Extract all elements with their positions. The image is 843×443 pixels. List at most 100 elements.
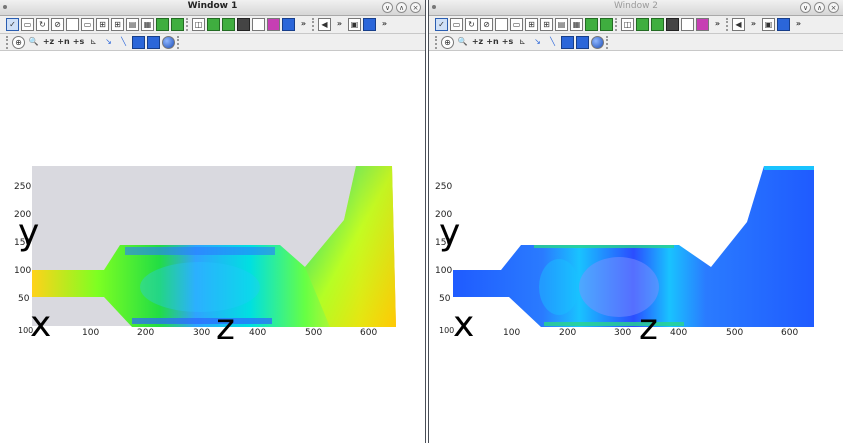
minimize-button[interactable]: ∨	[800, 2, 811, 13]
magenta-box-icon[interactable]	[267, 18, 280, 31]
chart-icon[interactable]: ⊾	[516, 36, 529, 49]
window-icon[interactable]: ▭	[450, 18, 463, 31]
light-box-icon[interactable]	[681, 18, 694, 31]
minimize-button[interactable]: ∨	[382, 2, 393, 13]
x-tick: 300	[193, 328, 210, 338]
slider-icon[interactable]	[606, 35, 610, 49]
line-icon[interactable]: ╲	[117, 36, 130, 49]
chart-icon[interactable]: ⊾	[87, 36, 100, 49]
green-cube-icon[interactable]	[636, 18, 649, 31]
rect-icon[interactable]: ▭	[510, 18, 523, 31]
green-arrow-icon[interactable]	[156, 18, 169, 31]
step-back-icon[interactable]: ◀	[732, 18, 745, 31]
rect-icon[interactable]: ▭	[81, 18, 94, 31]
grid-3x3-icon[interactable]: ▦	[141, 18, 154, 31]
window-2: Window 2 ∨ ∧ × ✓ ▭ ↻ ⊘ ▭ ⊞ ⊞ ▤ ▦ ◫ » ◀ »…	[428, 0, 843, 443]
zoom-icon[interactable]: 🔍	[456, 36, 469, 49]
axis-z-icon[interactable]: +z	[42, 36, 55, 49]
grid-3x3-icon[interactable]: ▦	[570, 18, 583, 31]
sphere-icon[interactable]	[162, 35, 175, 49]
cube-icon[interactable]: ◫	[621, 18, 634, 31]
stop-icon[interactable]: ⊘	[480, 18, 493, 31]
z-axis-label: z	[216, 307, 235, 348]
green-box-icon[interactable]	[651, 18, 664, 31]
toolbar-primary: ✓ ▭ ↻ ⊘ ▭ ⊞ ⊞ ▤ ▦ ◫ » ◀ » ▣ »	[429, 16, 843, 34]
x-tick: 300	[614, 328, 631, 338]
dark-box-icon[interactable]	[237, 18, 250, 31]
axis-s-icon[interactable]: +s	[72, 36, 85, 49]
person-icon[interactable]	[363, 18, 376, 31]
plot-view-1[interactable]: 250 200 150 100 50 100 100 200 300 400 5…	[0, 52, 426, 352]
green-box-icon[interactable]	[222, 18, 235, 31]
close-button[interactable]: ×	[828, 2, 839, 13]
flow-band	[125, 247, 275, 255]
axis-s-icon[interactable]: +s	[501, 36, 514, 49]
green-cube-icon[interactable]	[207, 18, 220, 31]
magenta-box-icon[interactable]	[696, 18, 709, 31]
line-icon[interactable]: ╲	[546, 36, 559, 49]
square-icon[interactable]	[66, 18, 79, 31]
close-button[interactable]: ×	[410, 2, 421, 13]
dark-box-icon[interactable]	[666, 18, 679, 31]
grid-2x2-icon[interactable]: ⊞	[96, 18, 109, 31]
axis-n-icon[interactable]: +n	[486, 36, 499, 49]
blue-box-icon[interactable]	[282, 18, 295, 31]
x-tick: 400	[670, 328, 687, 338]
sphere-icon[interactable]	[591, 35, 604, 49]
toolbar-more-icon[interactable]: »	[711, 18, 724, 31]
maximize-button[interactable]: ∧	[814, 2, 825, 13]
toolbar-more-icon[interactable]: »	[333, 18, 346, 31]
step-back-icon[interactable]: ◀	[318, 18, 331, 31]
x-tick: 100	[503, 328, 520, 338]
toolbar-more-icon[interactable]: »	[792, 18, 805, 31]
window-1: Window 1 ∨ ∧ × ✓ ▭ ↻ ⊘ ▭ ⊞ ⊞ ▤ ▦ ◫ » ◀ »…	[0, 0, 426, 443]
grid-3x2-icon[interactable]: ⊞	[540, 18, 553, 31]
toolbar-separator	[615, 18, 619, 31]
toolbar-more-icon[interactable]: »	[378, 18, 391, 31]
grid-3x2-icon[interactable]: ⊞	[111, 18, 124, 31]
zoom-icon[interactable]: 🔍	[27, 36, 40, 49]
toolbar-more-icon[interactable]: »	[297, 18, 310, 31]
plot-view-2[interactable]: 250 200 150 100 50 100 100 200 300 400 5…	[429, 52, 843, 352]
image-icon[interactable]: ▣	[348, 18, 361, 31]
toolbar-separator	[312, 18, 316, 31]
target-icon[interactable]: ⊕	[12, 35, 25, 49]
window-icon[interactable]: ▭	[21, 18, 34, 31]
box-blue-icon[interactable]	[147, 35, 160, 49]
axis-n-icon[interactable]: +n	[57, 36, 70, 49]
toolbar-more-icon[interactable]: »	[747, 18, 760, 31]
cube-blue-icon[interactable]	[132, 35, 145, 49]
checkbox-icon[interactable]: ✓	[6, 18, 19, 31]
person-icon[interactable]	[777, 18, 790, 31]
cube-blue-icon[interactable]	[561, 35, 574, 49]
grid-2x1-icon[interactable]: ▤	[126, 18, 139, 31]
image-icon[interactable]: ▣	[762, 18, 775, 31]
green-arrow-icon[interactable]	[585, 18, 598, 31]
title-bar[interactable]: Window 1 ∨ ∧ ×	[0, 0, 425, 16]
refresh-icon[interactable]: ↻	[36, 18, 49, 31]
chimney-top	[764, 166, 814, 170]
mesh-icon[interactable]	[171, 18, 184, 31]
stop-icon[interactable]: ⊘	[51, 18, 64, 31]
refresh-icon[interactable]: ↻	[465, 18, 478, 31]
maximize-button[interactable]: ∧	[396, 2, 407, 13]
y-tick: 250	[435, 182, 452, 192]
slider-icon[interactable]	[177, 35, 181, 49]
window-title: Window 1	[187, 1, 238, 11]
title-bar[interactable]: Window 2 ∨ ∧ ×	[429, 0, 843, 16]
checkbox-icon[interactable]: ✓	[435, 18, 448, 31]
pointer-icon[interactable]: ↘	[102, 36, 115, 49]
target-icon[interactable]: ⊕	[441, 35, 454, 49]
x-tick: 500	[305, 328, 322, 338]
grid-2x1-icon[interactable]: ▤	[555, 18, 568, 31]
square-icon[interactable]	[495, 18, 508, 31]
grid-2x2-icon[interactable]: ⊞	[525, 18, 538, 31]
x-tick: 600	[781, 328, 798, 338]
cube-icon[interactable]: ◫	[192, 18, 205, 31]
mesh-icon[interactable]	[600, 18, 613, 31]
box-blue-icon[interactable]	[576, 35, 589, 49]
pointer-icon[interactable]: ↘	[531, 36, 544, 49]
window-title: Window 2	[613, 1, 659, 11]
light-box-icon[interactable]	[252, 18, 265, 31]
axis-z-icon[interactable]: +z	[471, 36, 484, 49]
